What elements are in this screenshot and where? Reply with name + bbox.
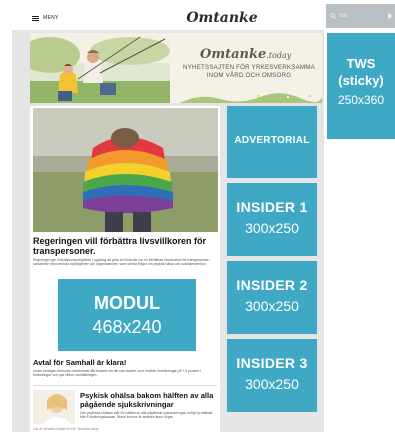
tws-sticky-ad-placeholder[interactable]: TWS (sticky) 250x360 (327, 33, 395, 139)
banner-photo-grandfather-boy-fishing (30, 33, 170, 103)
insider-3-title: INSIDER 3 (236, 355, 308, 371)
banner-tagline-line2: INOM VÅRD OCH OMSORG (206, 72, 292, 79)
modul-ad-size: 468x240 (92, 317, 162, 337)
third-article-thumbnail[interactable] (33, 390, 75, 424)
search-input[interactable]: Sök (326, 4, 395, 28)
hamburger-menu-icon (32, 15, 39, 21)
advertorial-label: ADVERTORIAL (234, 135, 310, 146)
insider-2-size: 300x250 (245, 298, 299, 314)
advertorial-ad-placeholder[interactable]: ADVERTORIAL (227, 106, 317, 178)
third-article-headline[interactable]: Psykisk ohälsa bakom hälften av alla påg… (80, 391, 219, 409)
search-icon (330, 13, 336, 19)
site-logo[interactable]: Omtanke (172, 10, 272, 26)
modul-ad-title: MODUL (94, 293, 160, 313)
menu-button[interactable]: MENY (32, 15, 59, 21)
insider-3-ad-placeholder[interactable]: INSIDER 3 300x250 (227, 339, 317, 412)
tws-size: 250x360 (337, 93, 385, 107)
tws-sticky-label: (sticky) (338, 73, 384, 88)
banner-logo: Omtanke.today (200, 47, 292, 62)
article-column: Regeringen vill förbättra livsvillkoren … (30, 106, 220, 432)
article-footnote[interactable]: Läs de senaste nyheterna från Omtanke.to… (33, 427, 217, 431)
insider-2-ad-placeholder[interactable]: INSIDER 2 300x250 (227, 261, 317, 334)
modul-ad-placeholder[interactable]: MODUL 468x240 (58, 279, 196, 351)
second-article-lead: Under lördagen förenade medlemmar fått b… (33, 369, 201, 378)
insider-1-size: 300x250 (245, 220, 299, 236)
hero-photo-rainbow-flag[interactable] (33, 108, 218, 232)
insider-3-size: 300x250 (245, 376, 299, 392)
search-placeholder: Sök (339, 13, 348, 19)
insider-2-title: INSIDER 2 (236, 277, 308, 293)
main-article-headline[interactable]: Regeringen vill förbättra livsvillkoren … (33, 236, 219, 256)
search-submit-arrow-icon[interactable] (388, 13, 393, 19)
second-article-headline[interactable]: Avtal för Samhall är klara! (33, 358, 219, 367)
tws-title: TWS (346, 56, 376, 71)
insider-1-ad-placeholder[interactable]: INSIDER 1 300x250 (227, 183, 317, 256)
banner-flower-decoration (180, 93, 322, 103)
main-article-lead: Regeringen ger Folkhälsomyndigheten i up… (33, 258, 211, 267)
article-divider (33, 385, 217, 386)
site-header: MENY Omtanke (12, 4, 324, 30)
insider-1-title: INSIDER 1 (236, 199, 308, 215)
third-article-lead: Den psykiska ohälsan står för hälften av… (80, 411, 213, 420)
banner-tagline-line1: NYHETSSAJTEN FÖR YRKESVERKSAMMA (183, 64, 315, 71)
menu-label: MENY (43, 15, 59, 21)
top-banner[interactable]: Omtanke.today NYHETSSAJTEN FÖR YRKESVERK… (30, 33, 322, 103)
